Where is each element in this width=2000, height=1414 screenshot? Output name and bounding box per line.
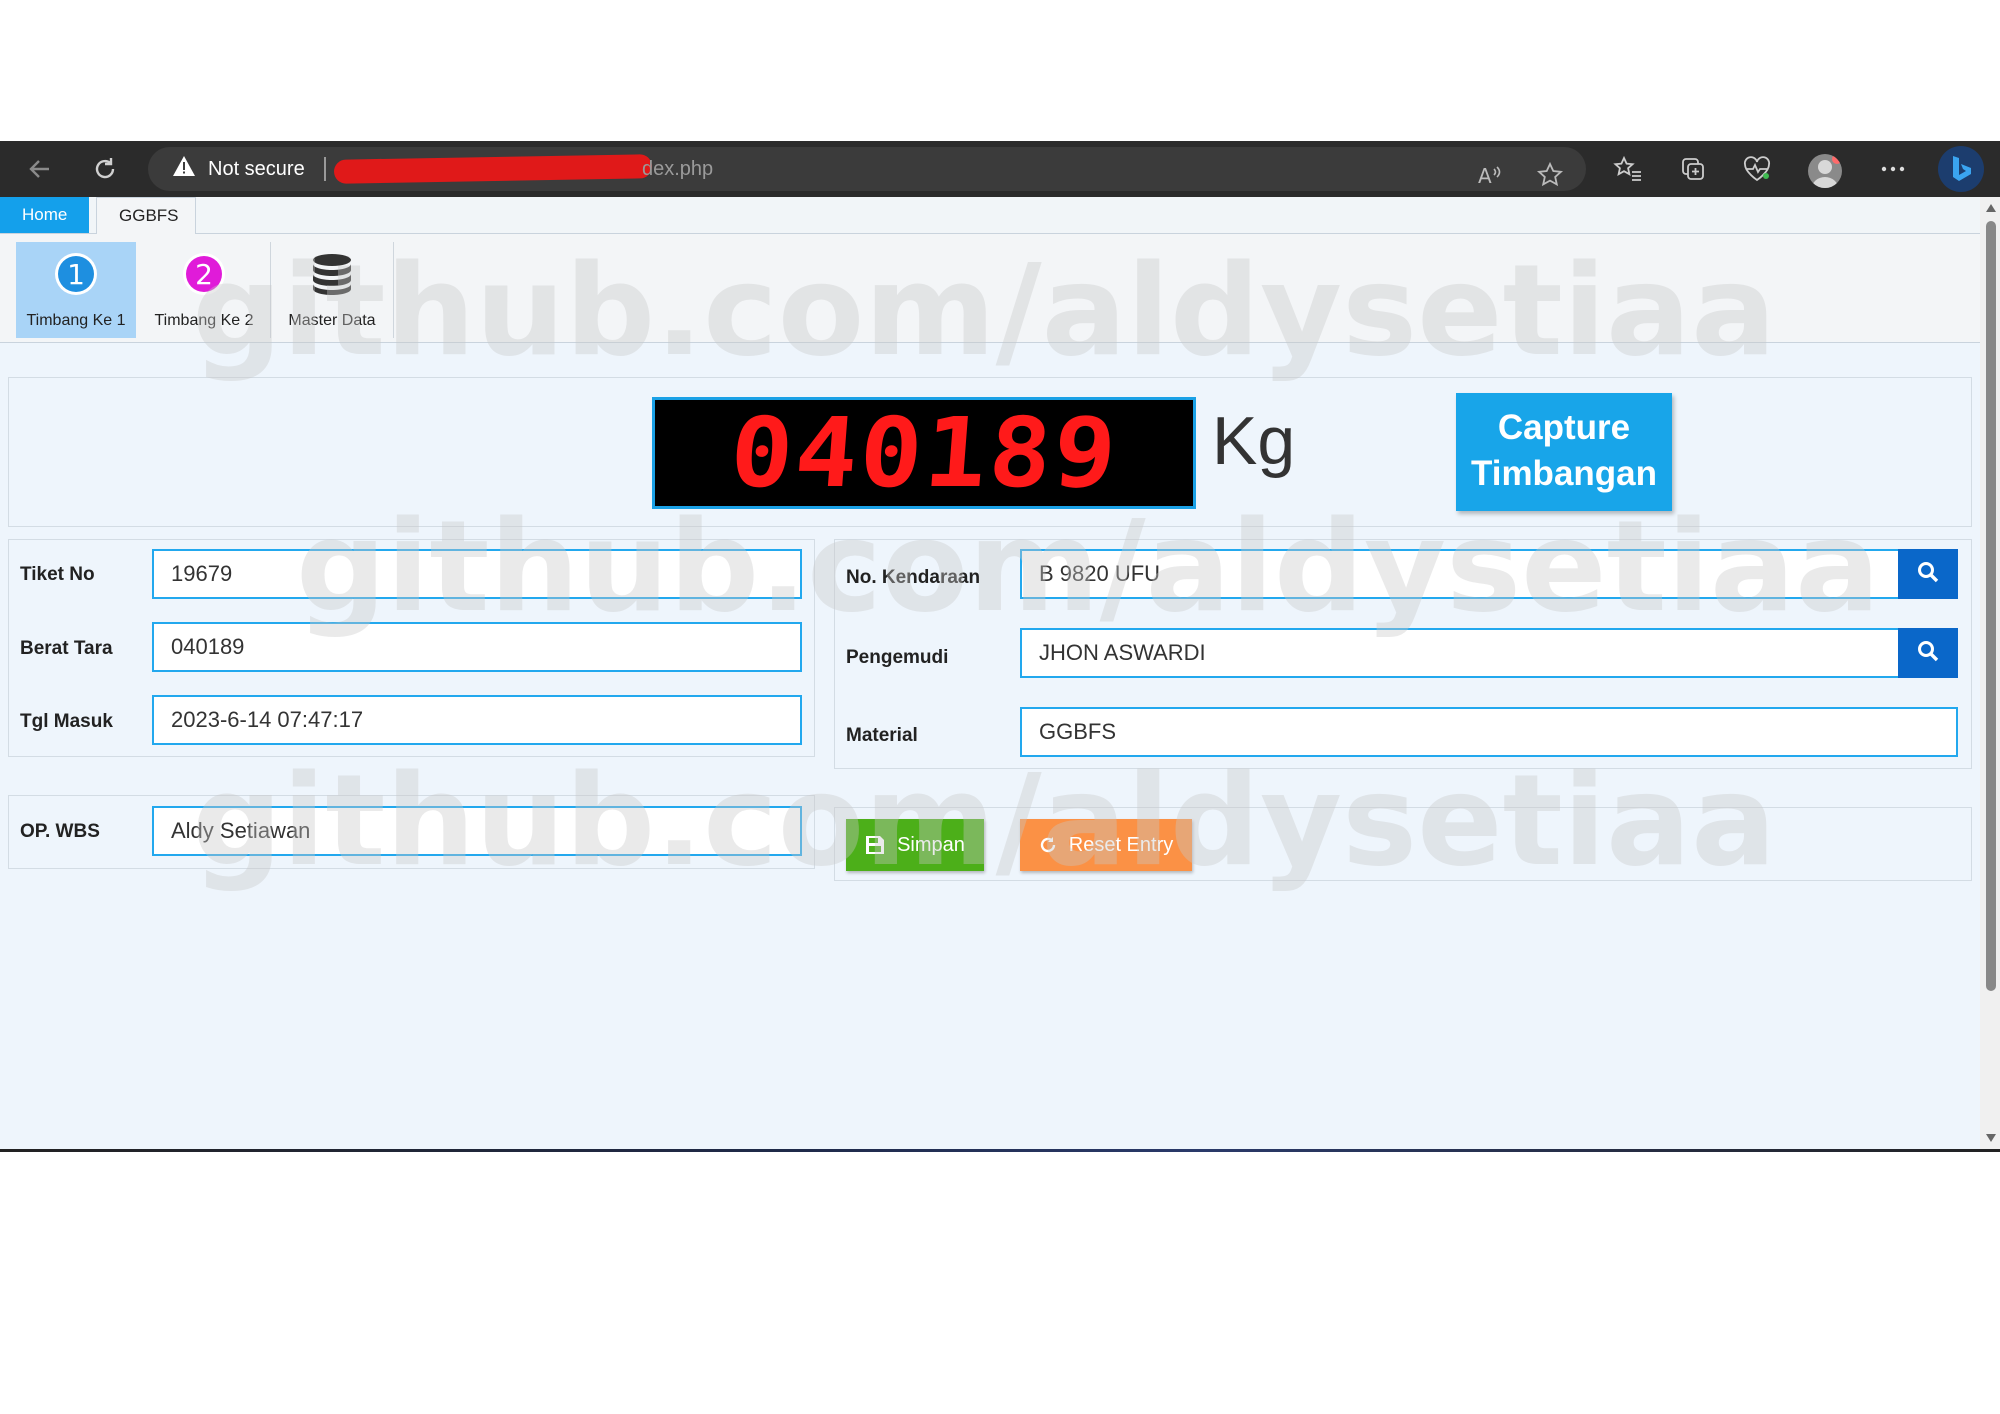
number-1-icon: 1 <box>54 252 98 296</box>
tiket-no-input[interactable]: 19679 <box>152 549 802 599</box>
svg-text:A: A <box>1478 164 1492 187</box>
capture-timbangan-button[interactable]: Capture Timbangan <box>1456 393 1672 511</box>
window-bottom-edge <box>0 1149 2000 1152</box>
back-icon[interactable] <box>22 151 58 187</box>
search-icon <box>1917 640 1939 667</box>
browser-essentials-icon[interactable] <box>1741 153 1773 185</box>
simpan-button[interactable]: Simpan <box>846 819 984 871</box>
address-separator <box>324 157 326 181</box>
ribbon-divider <box>270 242 271 338</box>
reset-label: Reset Entry <box>1068 833 1174 856</box>
material-label: Material <box>846 725 918 746</box>
weight-display: 040189 <box>652 397 1196 509</box>
collections-icon[interactable] <box>1677 153 1709 185</box>
vertical-scrollbar[interactable] <box>1980 197 2000 1149</box>
number-1-text: 1 <box>67 258 85 291</box>
scroll-down-icon[interactable] <box>1985 1133 1997 1143</box>
favorites-icon[interactable] <box>1612 153 1644 185</box>
tiket-no-label: Tiket No <box>20 564 95 585</box>
tab-bar: Home GGBFS <box>0 197 1980 234</box>
security-label: Not secure <box>208 157 305 180</box>
search-icon <box>1917 561 1939 588</box>
simpan-label: Simpan <box>897 833 965 856</box>
security-indicator[interactable]: Not secure <box>172 147 305 191</box>
tgl-masuk-input[interactable]: 2023-6-14 07:47:17 <box>152 695 802 745</box>
ribbon-divider <box>393 242 394 338</box>
ribbon-toolbar: 1 Timbang Ke 1 2 Timbang Ke 2 Master Dat… <box>0 234 1980 343</box>
tgl-masuk-label: Tgl Masuk <box>20 711 113 732</box>
weight-reading: 040189 <box>726 397 1122 509</box>
ribbon-button-timbang-1[interactable]: 1 Timbang Ke 1 <box>16 242 136 338</box>
notification-dot <box>1832 154 1842 164</box>
tab-home[interactable]: Home <box>0 197 89 233</box>
favorite-star-icon[interactable] <box>1534 159 1566 191</box>
database-icon <box>310 252 354 296</box>
redacted-url <box>333 154 653 184</box>
url-text: dex.php <box>642 158 714 180</box>
search-kendaraan-button[interactable] <box>1898 549 1958 599</box>
capture-label-line2: Timbangan <box>1470 454 1658 493</box>
address-bar[interactable]: Not secure dex.php A <box>148 147 1586 191</box>
actions-panel <box>834 807 1972 881</box>
read-aloud-icon[interactable]: A <box>1474 159 1506 191</box>
reload-icon[interactable] <box>87 151 123 187</box>
scroll-up-icon[interactable] <box>1985 203 1997 213</box>
scrollbar-thumb[interactable] <box>1986 221 1996 991</box>
op-wbs-input[interactable]: Aldy Setiawan <box>152 806 802 856</box>
berat-tara-label: Berat Tara <box>20 638 113 659</box>
ribbon-button-timbang-2[interactable]: 2 Timbang Ke 2 <box>144 242 264 338</box>
refresh-icon <box>1039 836 1057 854</box>
tab-ggbfs[interactable]: GGBFS <box>96 197 196 234</box>
reset-entry-button[interactable]: Reset Entry <box>1020 819 1192 871</box>
browser-toolbar: Not secure dex.php A <box>0 141 2000 197</box>
berat-tara-input[interactable]: 040189 <box>152 622 802 672</box>
capture-label-line1: Capture <box>1497 408 1631 447</box>
ribbon-label: Timbang Ke 1 <box>26 312 126 329</box>
op-wbs-label: OP. WBS <box>20 821 100 842</box>
ribbon-label: Master Data <box>288 312 376 329</box>
browser-window: Not secure dex.php A Home GGBFS 1 Timban… <box>0 141 2000 1152</box>
app-page: Home GGBFS 1 Timbang Ke 1 2 Timbang Ke 2 <box>0 197 1980 1149</box>
search-pengemudi-button[interactable] <box>1898 628 1958 678</box>
pengemudi-input[interactable]: JHON ASWARDI <box>1020 628 1900 678</box>
no-kendaraan-input[interactable]: B 9820 UFU <box>1020 549 1900 599</box>
number-2-icon: 2 <box>182 252 226 296</box>
ribbon-button-master-data[interactable]: Master Data <box>272 242 392 338</box>
material-input[interactable]: GGBFS <box>1020 707 1958 757</box>
save-icon <box>865 835 885 855</box>
no-kendaraan-label: No. Kendaraan <box>846 567 981 588</box>
profile-avatar[interactable] <box>1808 154 1842 188</box>
pengemudi-label: Pengemudi <box>846 647 949 668</box>
weight-unit: Kg <box>1212 403 1296 479</box>
number-2-text: 2 <box>195 258 213 291</box>
ribbon-label: Timbang Ke 2 <box>154 312 254 329</box>
more-options-icon[interactable] <box>1877 153 1909 185</box>
bing-copilot-icon[interactable] <box>1938 146 1984 192</box>
warning-icon <box>172 155 196 183</box>
